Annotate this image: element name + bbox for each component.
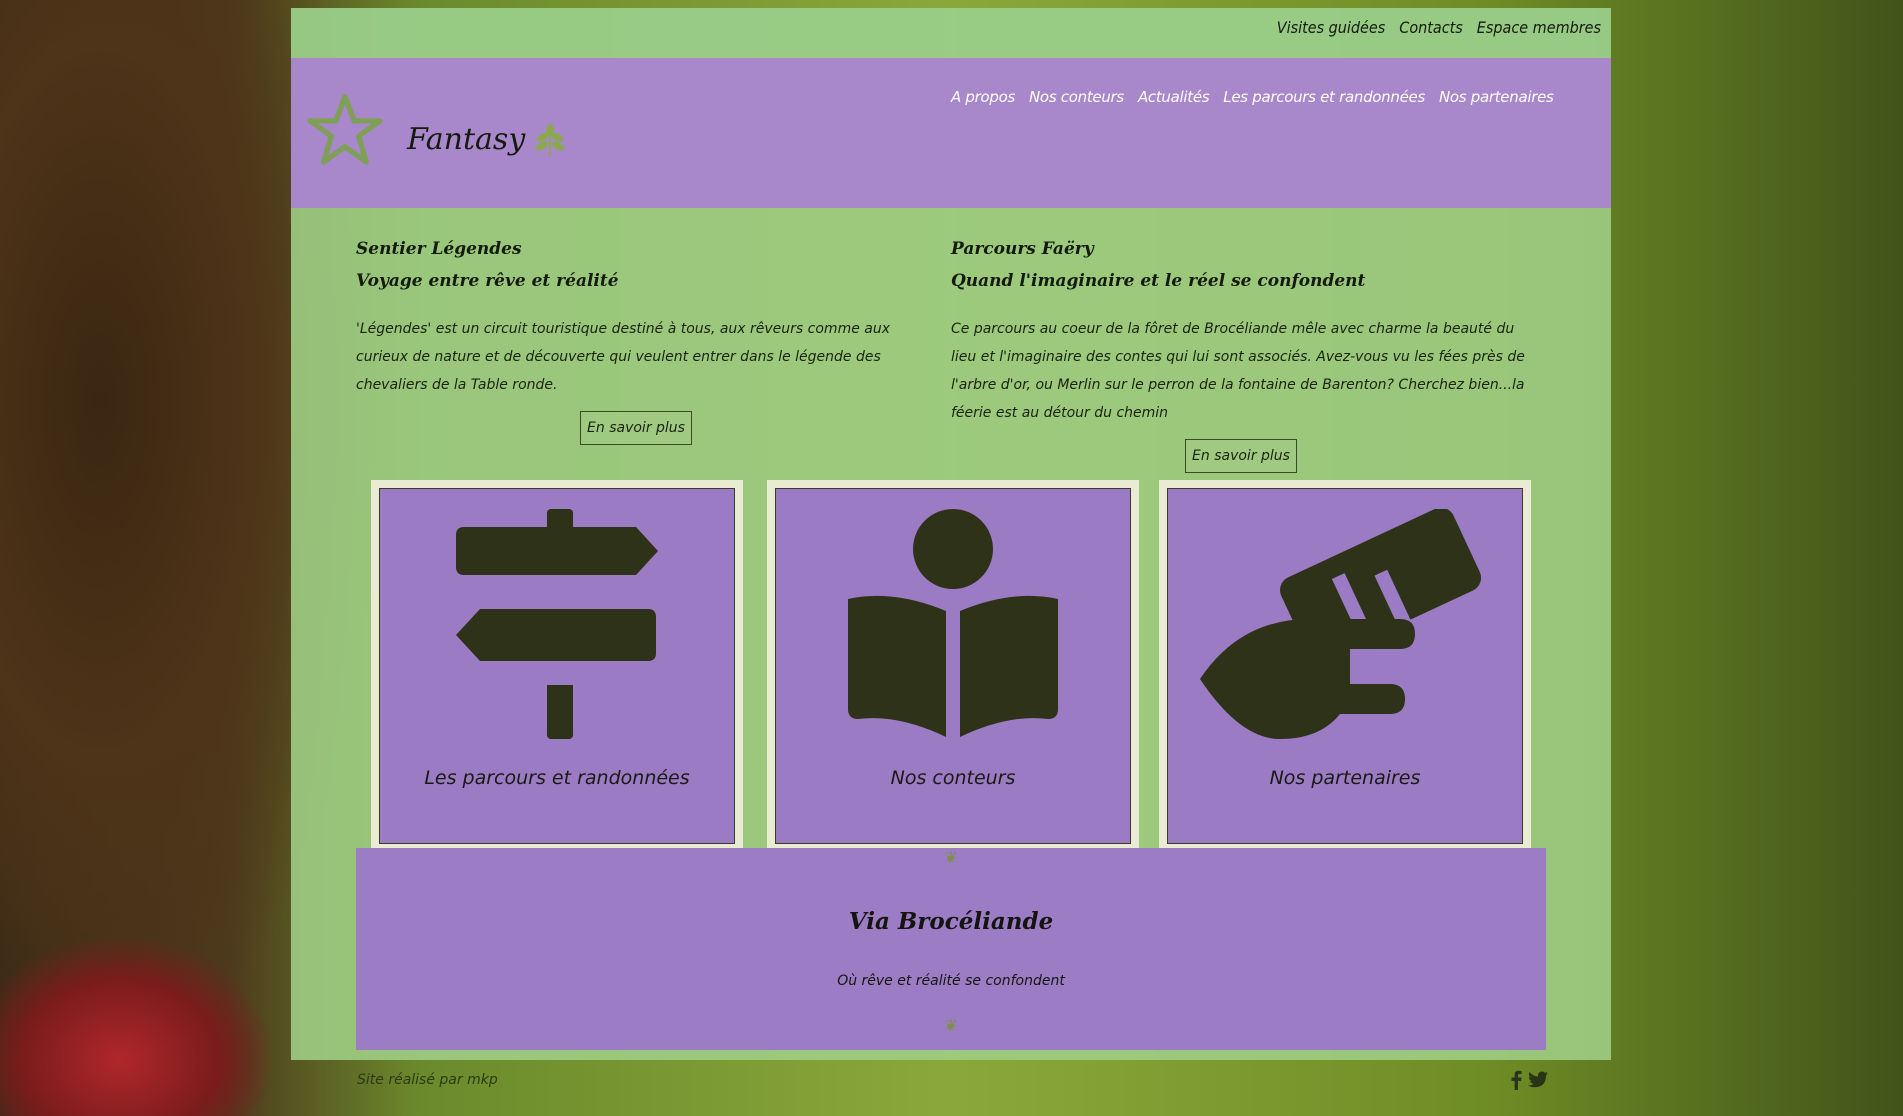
via-broceliande-banner: ❦ Via Brocéliande Où rêve et réalité se … — [356, 848, 1546, 1050]
social-links — [1510, 1070, 1548, 1090]
nav-parcours[interactable]: Les parcours et randonnées — [1223, 88, 1425, 106]
star-logo-icon[interactable] — [307, 92, 383, 168]
page-container: Visites guidées Contacts Espace membres … — [291, 8, 1611, 1060]
card-label: Nos partenaires — [1269, 767, 1421, 789]
brand[interactable]: Fantasy — [407, 122, 565, 157]
card-panel: Nos conteurs — [775, 488, 1131, 844]
nav-a-propos[interactable]: A propos — [951, 88, 1015, 106]
signpost-icon — [456, 509, 658, 739]
card-label: Nos conteurs — [890, 767, 1016, 789]
facebook-icon[interactable] — [1510, 1070, 1522, 1090]
more-button[interactable]: En savoir plus — [1185, 439, 1297, 473]
more-button[interactable]: En savoir plus — [580, 411, 692, 445]
card-panel: Nos partenaires — [1167, 488, 1523, 844]
handshake-money-icon — [1200, 509, 1482, 739]
main-nav: A propos Nos conteurs Actualités Les par… — [951, 88, 1554, 106]
feature-title: Parcours Faëry — [951, 239, 1094, 259]
leaf-icon: ❦ — [944, 848, 958, 867]
twitter-icon[interactable] — [1528, 1071, 1548, 1089]
top-bar: Visites guidées Contacts Espace membres — [291, 8, 1611, 58]
reader-icon — [848, 509, 1058, 737]
card-partenaires[interactable]: Nos partenaires — [1159, 480, 1531, 852]
nav-actualites[interactable]: Actualités — [1138, 88, 1210, 106]
banner-subtitle: Où rêve et réalité se confondent — [837, 973, 1065, 989]
card-conteurs[interactable]: Nos conteurs — [767, 480, 1139, 852]
leaf-icon — [535, 123, 565, 156]
nav-partenaires[interactable]: Nos partenaires — [1439, 88, 1554, 106]
feature-subtitle: Voyage entre rêve et réalité — [356, 271, 619, 291]
banner-title: Via Brocéliande — [848, 908, 1054, 935]
brand-name: Fantasy — [407, 122, 526, 157]
card-label: Les parcours et randonnées — [424, 767, 690, 789]
leaf-icon: ❦ — [944, 1016, 958, 1035]
site-header: Fantasy A propos Nos conteurs Actualités… — [291, 58, 1611, 208]
top-links: Visites guidées Contacts Espace membres — [1277, 18, 1601, 37]
feature-sentier: Sentier Légendes Voyage entre rêve et ré… — [356, 233, 916, 445]
feature-text: Ce parcours au coeur de la fôret de Broc… — [951, 321, 1525, 421]
feature-text: 'Légendes' est un circuit touristique de… — [356, 321, 891, 393]
top-link-contacts[interactable]: Contacts — [1399, 18, 1463, 37]
top-link-espace-membres[interactable]: Espace membres — [1477, 18, 1601, 37]
footer-credit: Site réalisé par mkp — [357, 1072, 498, 1088]
top-link-visites[interactable]: Visites guidées — [1277, 18, 1386, 37]
card-panel: Les parcours et randonnées — [379, 488, 735, 844]
feature-subtitle: Quand l'imaginaire et le réel se confond… — [951, 271, 1366, 291]
feature-faery: Parcours Faëry Quand l'imaginaire et le … — [951, 233, 1531, 473]
feature-title: Sentier Légendes — [356, 239, 522, 259]
nav-nos-conteurs[interactable]: Nos conteurs — [1029, 88, 1124, 106]
card-parcours[interactable]: Les parcours et randonnées — [371, 480, 743, 852]
